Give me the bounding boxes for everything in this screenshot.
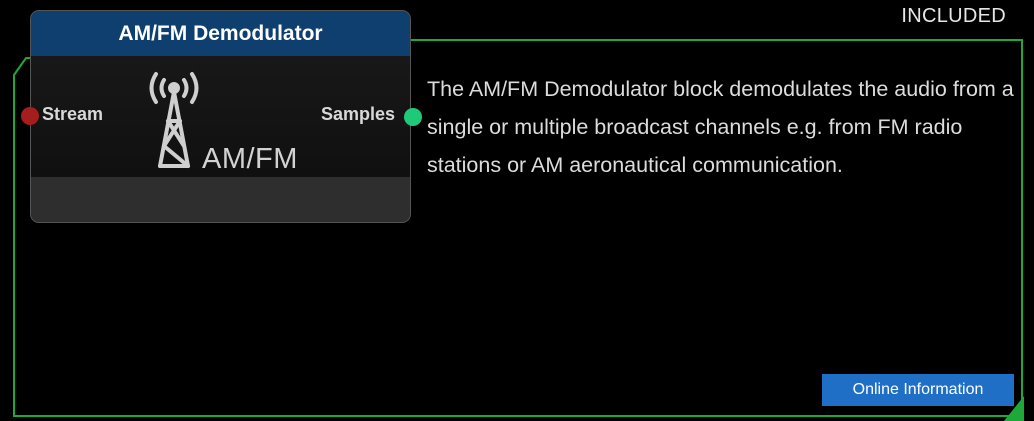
block-info-panel: INCLUDED AM/FM Demodulator AM/FM Stream [0,0,1034,421]
block-footer [31,177,410,222]
input-port-label: Stream [42,104,104,124]
output-port-dot[interactable] [404,108,422,126]
included-badge: INCLUDED [901,5,1006,27]
output-port-label: Samples [321,104,396,124]
online-information-button[interactable]: Online Information [822,374,1014,406]
block-description: The AM/FM Demodulator block demodulates … [427,77,1014,177]
block-title: AM/FM Demodulator [31,11,410,56]
input-port-dot[interactable] [21,107,39,125]
block-logo-text: AM/FM [202,143,298,175]
